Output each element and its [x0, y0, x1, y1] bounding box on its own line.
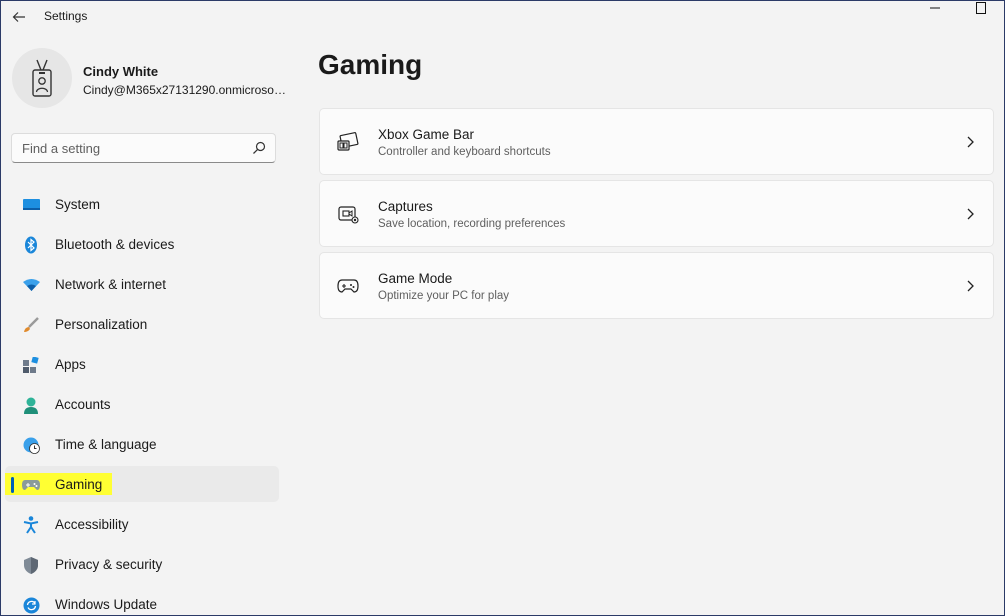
shield-icon	[22, 556, 40, 574]
system-icon	[22, 196, 40, 214]
maximize-button[interactable]	[958, 1, 1004, 15]
globe-clock-icon	[22, 436, 40, 454]
sidebar-item-time-language[interactable]: Time & language	[5, 426, 279, 462]
back-button[interactable]	[9, 7, 29, 27]
card-title: Captures	[378, 199, 433, 214]
card-title: Game Mode	[378, 271, 453, 286]
sidebar-item-label: Personalization	[55, 317, 148, 332]
user-name: Cindy White	[83, 64, 159, 79]
card-title: Xbox Game Bar	[378, 127, 475, 142]
search-icon[interactable]	[252, 141, 266, 155]
sidebar-item-privacy[interactable]: Privacy & security	[5, 546, 279, 582]
capture-icon	[338, 206, 359, 224]
update-icon	[22, 596, 40, 614]
card-game-mode[interactable]: Game Mode Optimize your PC for play	[319, 252, 994, 319]
sidebar-item-accessibility[interactable]: Accessibility	[5, 506, 279, 542]
wifi-icon	[22, 276, 40, 294]
card-description: Save location, recording preferences	[378, 218, 566, 230]
sidebar-item-personalization[interactable]: Personalization	[5, 306, 279, 342]
sidebar-item-bluetooth[interactable]: Bluetooth & devices	[5, 226, 279, 262]
sidebar-item-gaming[interactable]: Gaming	[5, 466, 279, 502]
sidebar-item-label: Privacy & security	[55, 557, 163, 572]
sidebar-item-label: Windows Update	[55, 597, 158, 612]
bluetooth-icon	[22, 236, 40, 254]
back-arrow-icon	[12, 12, 25, 22]
avatar[interactable]	[12, 48, 72, 108]
sidebar-item-accounts[interactable]: Accounts	[5, 386, 279, 422]
card-captures[interactable]: Captures Save location, recording prefer…	[319, 180, 994, 247]
sidebar-nav: System Bluetooth & devices Network & int…	[5, 186, 279, 615]
sidebar-item-system[interactable]: System	[5, 186, 279, 222]
settings-window: Settings Cindy White Cindy@M365x27131290…	[0, 0, 1005, 616]
game-bar-icon	[337, 132, 359, 151]
maximize-icon	[976, 2, 986, 14]
sidebar-item-network[interactable]: Network & internet	[5, 266, 279, 302]
sidebar-item-label: Apps	[55, 357, 86, 372]
accessibility-icon	[22, 516, 40, 534]
sidebar-item-label: Gaming	[55, 477, 103, 492]
brush-icon	[22, 316, 40, 334]
sidebar-item-label: Bluetooth & devices	[55, 237, 175, 252]
minimize-button[interactable]	[912, 1, 958, 15]
sidebar-item-label: Accessibility	[55, 517, 129, 532]
selection-indicator	[11, 477, 14, 493]
badge-person-icon	[32, 59, 52, 97]
minimize-icon	[930, 7, 940, 9]
search-input[interactable]	[12, 134, 242, 162]
window-controls	[912, 1, 1004, 15]
card-description: Controller and keyboard shortcuts	[378, 146, 551, 158]
sidebar-item-label: System	[55, 197, 101, 212]
card-description: Optimize your PC for play	[378, 290, 510, 302]
sidebar-item-label: Time & language	[55, 437, 157, 452]
sidebar-item-label: Network & internet	[55, 277, 167, 292]
card-xbox-game-bar[interactable]: Xbox Game Bar Controller and keyboard sh…	[319, 108, 994, 175]
sidebar-item-windows-update[interactable]: Windows Update	[5, 586, 279, 615]
user-email: Cindy@M365x27131290.onmicrosoft...	[83, 83, 289, 97]
sidebar-item-label: Accounts	[55, 397, 111, 412]
page-title: Gaming	[318, 49, 423, 80]
search-box[interactable]	[11, 133, 276, 163]
gamepad-icon	[337, 279, 359, 293]
person-icon	[22, 396, 40, 414]
app-title: Settings	[44, 9, 88, 23]
title-bar: Settings	[1, 1, 1004, 33]
sidebar-item-apps[interactable]: Apps	[5, 346, 279, 382]
chevron-right-icon	[967, 280, 974, 292]
controller-icon	[22, 476, 40, 494]
apps-icon	[22, 356, 40, 374]
chevron-right-icon	[967, 136, 974, 148]
chevron-right-icon	[967, 208, 974, 220]
